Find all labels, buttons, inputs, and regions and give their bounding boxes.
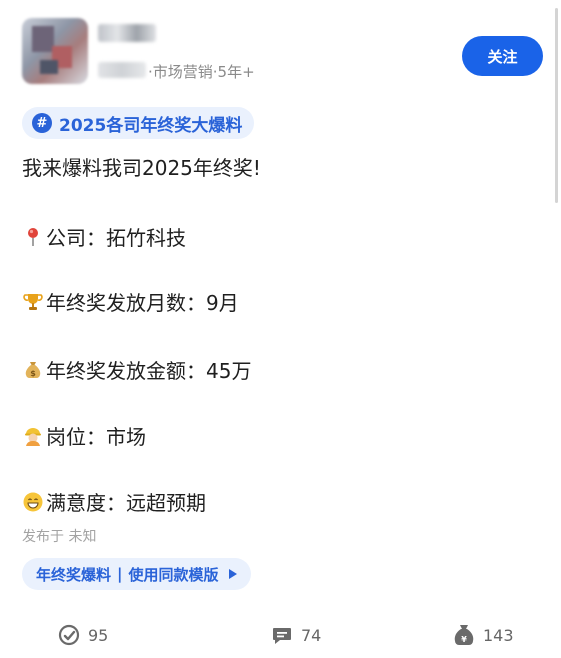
comment-button[interactable]: 74 — [271, 618, 321, 652]
post-title: 我来爆料我司2025年终奖! — [22, 156, 261, 180]
like-count: 95 — [88, 625, 109, 645]
topic-label: 2025各司年终奖大爆料 — [59, 115, 243, 136]
author-meta: ·市场营销·5年+ — [148, 63, 255, 81]
play-icon — [228, 569, 237, 579]
post-line-satisfaction: 满意度：远超预期 — [22, 487, 206, 516]
money-bag-reward-icon: ¥ — [454, 625, 474, 645]
hash-icon: # — [32, 113, 52, 133]
post-line-amount: $ 年终奖发放金额：45万 — [22, 355, 251, 384]
reward-count: 143 — [483, 625, 514, 645]
post-line-company: 公司：拓竹科技 — [22, 222, 186, 251]
svg-text:¥: ¥ — [461, 635, 467, 644]
publish-info: 发布于 未知 — [22, 529, 97, 545]
avatar[interactable] — [22, 18, 88, 84]
reward-button[interactable]: ¥ 143 — [453, 618, 514, 652]
grinning-face-icon — [22, 491, 44, 513]
post-line-months: 年终奖发放月数：9月 — [22, 287, 239, 316]
comment-icon — [273, 628, 291, 644]
action-bar: 95 74 ¥ 143 — [0, 618, 561, 652]
like-icon — [58, 624, 80, 646]
worker-icon — [22, 425, 44, 447]
follow-button[interactable]: 关注 — [462, 36, 543, 76]
author-company-redacted — [98, 62, 146, 78]
comment-count: 74 — [301, 625, 322, 645]
trophy-icon — [22, 291, 44, 313]
post-line-position: 岗位：市场 — [22, 421, 146, 450]
author-name-redacted[interactable] — [98, 24, 156, 42]
scrollbar[interactable] — [555, 8, 558, 203]
template-chip-separator: | — [117, 565, 123, 583]
svg-text:$: $ — [30, 369, 36, 378]
template-chip-action: 使用同款模版 — [128, 565, 219, 584]
pushpin-icon — [22, 226, 44, 248]
money-bag-icon: $ — [22, 359, 44, 381]
like-button[interactable]: 95 — [58, 618, 108, 652]
template-chip-topic: 年终奖爆料 — [36, 565, 112, 584]
topic-tag[interactable]: # 2025各司年终奖大爆料 — [22, 107, 255, 139]
post-header: ·市场营销·5年+ 关注 — [22, 18, 543, 88]
use-template-chip[interactable]: 年终奖爆料 | 使用同款模版 — [22, 558, 251, 590]
